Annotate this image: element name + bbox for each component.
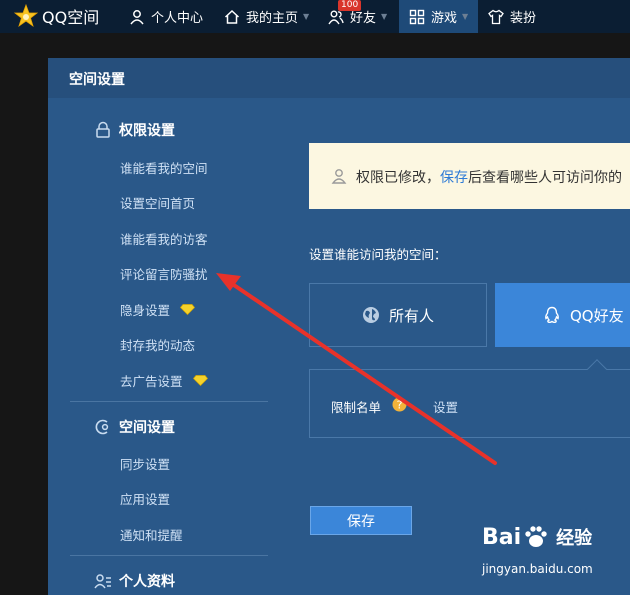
chevron-down-icon: ▼ — [381, 12, 388, 21]
notice-suffix: 后查看哪些人可访问你的 — [468, 170, 622, 186]
lock-icon — [96, 121, 110, 138]
paw-icon — [525, 526, 547, 547]
star-logo-icon — [14, 4, 38, 28]
sidebar-item-label: 谁能看我的空间 — [120, 161, 208, 176]
profile-icon — [94, 574, 111, 589]
watermark-brand: Bai 经验 — [482, 524, 592, 550]
qzone-logo[interactable]: QQ空间 — [14, 3, 99, 29]
sidebar-item-label: 评论留言防骚扰 — [120, 267, 208, 282]
home-icon — [224, 9, 240, 24]
nav-label: 我的主页 — [246, 11, 299, 26]
chevron-down-icon: ▼ — [303, 12, 310, 21]
nav-games[interactable]: 游戏 ▼ — [399, 0, 479, 33]
limit-list-set-link[interactable]: 设置 — [433, 397, 458, 416]
section-divider — [70, 401, 268, 402]
diamond-icon — [180, 304, 195, 315]
info-tip-icon[interactable]: ? — [392, 397, 407, 412]
sidebar-item-label: 封存我的动态 — [120, 338, 196, 353]
access-label: 设置谁能访问我的空间： — [309, 247, 447, 262]
sidebar-item-set-homepage[interactable]: 设置空间首页 — [120, 193, 195, 212]
section-title: 空间设置 — [119, 420, 175, 436]
notice-prefix: 权限已修改， — [356, 170, 440, 186]
sidebar-item-label: 设置空间首页 — [120, 196, 196, 211]
sidebar-item-invisible[interactable]: 隐身设置 — [120, 300, 195, 319]
chevron-down-icon: ▼ — [462, 12, 469, 21]
nav-dressup[interactable]: 装扮 — [488, 0, 536, 33]
nav-personal-center[interactable]: 个人中心 — [129, 0, 203, 33]
user-icon — [331, 169, 347, 184]
sidebar-item-remove-ads[interactable]: 去广告设置 — [120, 371, 208, 390]
shirt-icon — [488, 9, 504, 24]
watermark-brand-post: 经验 — [556, 528, 593, 549]
notice-save-link[interactable]: 保存 — [440, 170, 468, 186]
sidebar-item-who-can-view-space[interactable]: 谁能看我的空间 — [120, 158, 208, 177]
sidebar-item-label: 去广告设置 — [120, 374, 183, 389]
option-everyone[interactable]: 所有人 — [309, 283, 487, 347]
nav-label: 个人中心 — [151, 11, 204, 26]
sidebar-item-label: 谁能看我的访客 — [120, 232, 208, 247]
sidebar-item-archive-feeds[interactable]: 封存我的动态 — [120, 335, 195, 354]
watermark-url: jingyan.baidu.com — [482, 562, 593, 576]
sidebar-item-label: 同步设置 — [120, 457, 171, 472]
sidebar-item-notifications[interactable]: 通知和提醒 — [120, 525, 183, 544]
space-settings-dialog: 空间设置 权限设置 谁能看我的空间 设置空间首页 谁能看我的访客 评论留言防骚扰… — [48, 58, 630, 595]
notice-text: 权限已修改，保存后查看哪些人可访问你的 — [356, 167, 622, 187]
sidebar-item-sync[interactable]: 同步设置 — [120, 454, 170, 473]
dialog-title: 空间设置 — [69, 72, 125, 88]
save-button[interactable]: 保存 — [310, 506, 412, 535]
section-title: 权限设置 — [119, 123, 175, 139]
globe-icon — [362, 307, 379, 323]
sidebar-item-who-can-view-visitors[interactable]: 谁能看我的访客 — [120, 229, 208, 248]
qq-icon — [545, 306, 559, 324]
diamond-icon — [192, 375, 208, 386]
section-profile: 个人资料 — [94, 571, 175, 591]
section-divider — [70, 555, 268, 556]
nav-my-homepage[interactable]: 我的主页 ▼ — [224, 0, 309, 33]
friends-badge: 100 — [338, 0, 362, 11]
watermark-brand-pre: Bai — [482, 524, 522, 550]
sidebar-item-label: 应用设置 — [120, 492, 171, 507]
option-label: QQ好友 — [570, 306, 624, 325]
nav-label: 游戏 — [431, 11, 458, 26]
person-icon — [130, 9, 144, 24]
screen: QQ空间 个人中心 我的主页 ▼ 好友 ▼ 100 游戏 ▼ 装扮 空间设置 权… — [0, 0, 630, 595]
svg-text:?: ? — [397, 399, 403, 412]
option-label: 所有人 — [388, 306, 434, 325]
sidebar-item-label: 隐身设置 — [120, 303, 171, 318]
sidebar-item-label: 通知和提醒 — [120, 528, 183, 543]
dialog-title-bar: 空间设置 — [48, 58, 630, 98]
grid-icon — [409, 9, 425, 24]
permission-changed-notice: 权限已修改，保存后查看哪些人可访问你的 — [309, 143, 630, 209]
nav-label: 装扮 — [510, 11, 537, 26]
top-nav: QQ空间 个人中心 我的主页 ▼ 好友 ▼ 100 游戏 ▼ 装扮 — [0, 0, 630, 33]
sidebar-item-anti-harassment[interactable]: 评论留言防骚扰 — [120, 264, 208, 283]
section-permissions: 权限设置 — [94, 120, 175, 140]
space-icon — [95, 419, 109, 435]
sidebar-item-apps[interactable]: 应用设置 — [120, 489, 170, 508]
section-space-settings: 空间设置 — [94, 417, 175, 437]
logo-text: QQ空间 — [42, 8, 100, 27]
baidu-jingyan-watermark: Bai 经验 jingyan.baidu.com — [482, 524, 622, 588]
option-qq-friends[interactable]: QQ好友 — [495, 283, 630, 347]
section-title: 个人资料 — [119, 574, 175, 590]
limit-list-label: 限制名单 — [331, 400, 382, 415]
